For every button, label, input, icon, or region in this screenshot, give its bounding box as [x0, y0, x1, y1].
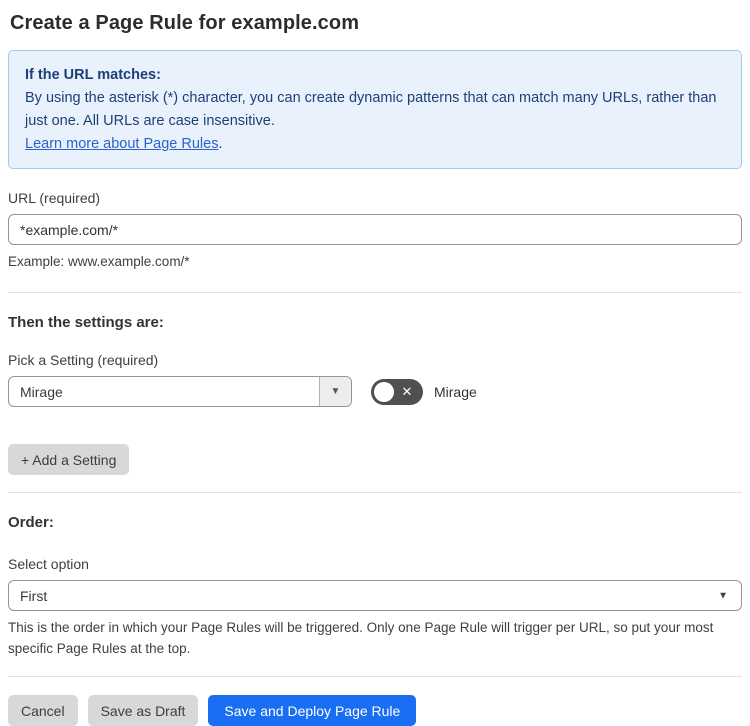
- order-section-heading: Order:: [8, 514, 54, 531]
- add-setting-button[interactable]: + Add a Setting: [8, 444, 130, 475]
- url-input[interactable]: [8, 214, 742, 245]
- url-example-helper: Example: www.example.com/*: [8, 254, 190, 269]
- create-page-rule-form: Create a Page Rule for example.com If th…: [0, 0, 750, 726]
- footer-actions: Cancel Save as Draft Save and Deploy Pag…: [8, 695, 742, 726]
- setting-select-value: Mirage: [20, 383, 63, 400]
- footer-divider: [8, 676, 742, 677]
- save-and-deploy-button[interactable]: Save and Deploy Page Rule: [208, 695, 417, 726]
- toggle-knob: [374, 381, 394, 402]
- pick-setting-label: Pick a Setting (required): [8, 352, 159, 368]
- order-select[interactable]: First ▼: [8, 580, 742, 611]
- toggle-label: Mirage: [434, 383, 477, 400]
- settings-section-heading: Then the settings are:: [8, 314, 164, 331]
- cancel-button[interactable]: Cancel: [8, 695, 78, 726]
- setting-select-arrow-button[interactable]: ▼: [319, 377, 351, 406]
- section-divider: [8, 292, 742, 293]
- setting-select[interactable]: Mirage ▼: [8, 376, 352, 407]
- url-match-info-box: If the URL matches: By using the asteris…: [8, 50, 742, 169]
- info-box-link-line: Learn more about Page Rules.: [25, 133, 725, 156]
- info-box-body: By using the asterisk (*) character, you…: [25, 90, 717, 129]
- order-helper-text: This is the order in which your Page Rul…: [8, 620, 714, 656]
- chevron-down-icon: ▼: [718, 590, 728, 601]
- order-select-label: Select option: [8, 556, 89, 572]
- toggle-off-x-icon: ✕: [401, 384, 413, 399]
- setting-row: Mirage ▼ ✕ Mirage: [8, 376, 742, 407]
- save-as-draft-button[interactable]: Save as Draft: [87, 695, 199, 726]
- page-title: Create a Page Rule for example.com: [10, 12, 360, 34]
- link-suffix: .: [218, 136, 223, 152]
- chevron-down-icon: ▼: [330, 386, 341, 397]
- section-divider: [8, 492, 742, 493]
- learn-more-link[interactable]: Learn more about Page Rules: [25, 136, 218, 152]
- order-select-value: First: [20, 587, 48, 604]
- url-field-label: URL (required): [8, 190, 101, 206]
- info-box-heading: If the URL matches:: [25, 67, 161, 83]
- mirage-toggle[interactable]: ✕: [371, 378, 423, 405]
